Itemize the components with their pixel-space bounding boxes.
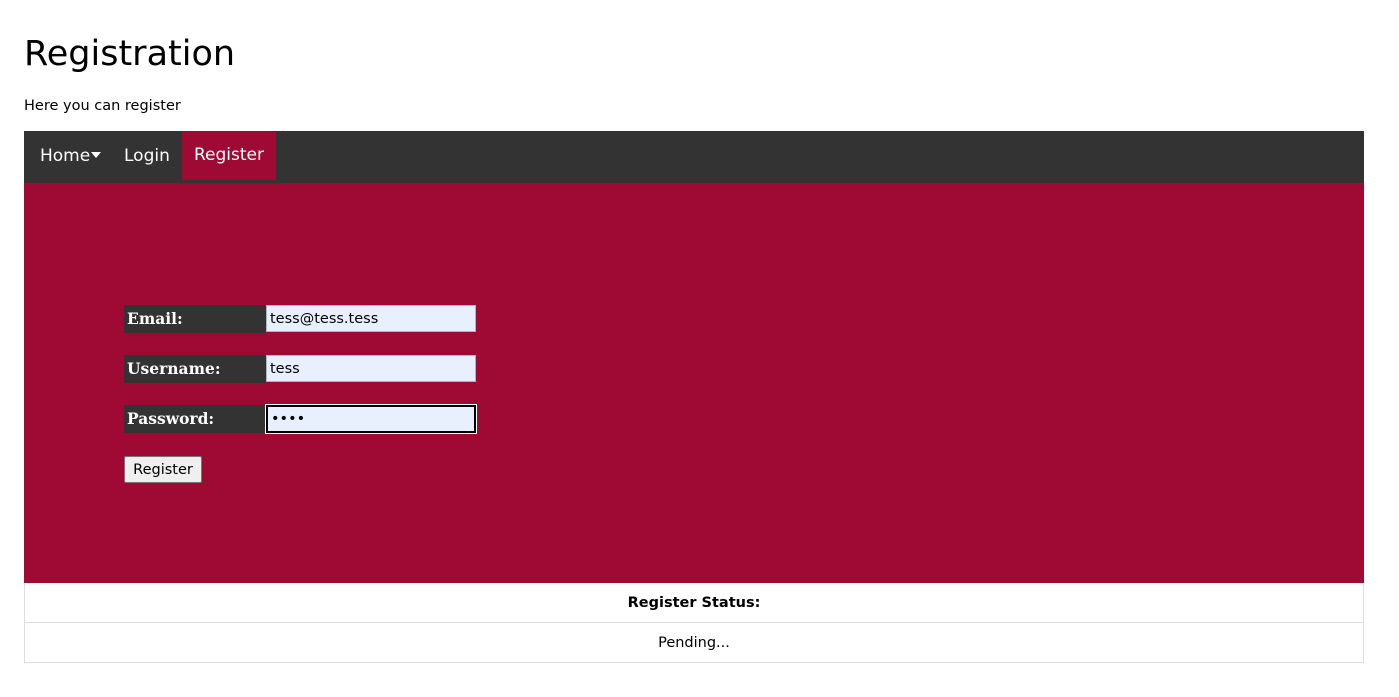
nav-register-link[interactable]: Register	[182, 131, 276, 180]
registration-page: Registration Here you can register Home …	[0, 0, 1399, 697]
page-title: Registration	[24, 34, 236, 74]
page-subtitle: Here you can register	[24, 98, 181, 114]
nav-home-label: Home	[40, 146, 91, 166]
password-label: Password:	[124, 405, 266, 433]
nav-home-dropdown[interactable]: Home	[40, 131, 102, 183]
status-header-row: Register Status:	[24, 583, 1364, 623]
caret-down-icon	[91, 152, 102, 158]
register-form-panel: Email: Username: Password: Register	[24, 183, 1364, 583]
register-button[interactable]: Register	[124, 456, 202, 483]
password-field[interactable]	[266, 405, 476, 433]
email-label: Email:	[124, 305, 266, 333]
status-value-row: Pending...	[24, 622, 1364, 663]
nav-login-link[interactable]: Login	[124, 131, 170, 183]
email-field[interactable]	[266, 305, 476, 332]
username-field[interactable]	[266, 355, 476, 382]
navbar: Home Login Register	[24, 131, 1364, 183]
username-label: Username:	[124, 355, 266, 383]
status-value: Pending...	[24, 622, 1364, 663]
status-header: Register Status:	[24, 583, 1364, 623]
register-status-table: Register Status: Pending...	[24, 583, 1364, 663]
